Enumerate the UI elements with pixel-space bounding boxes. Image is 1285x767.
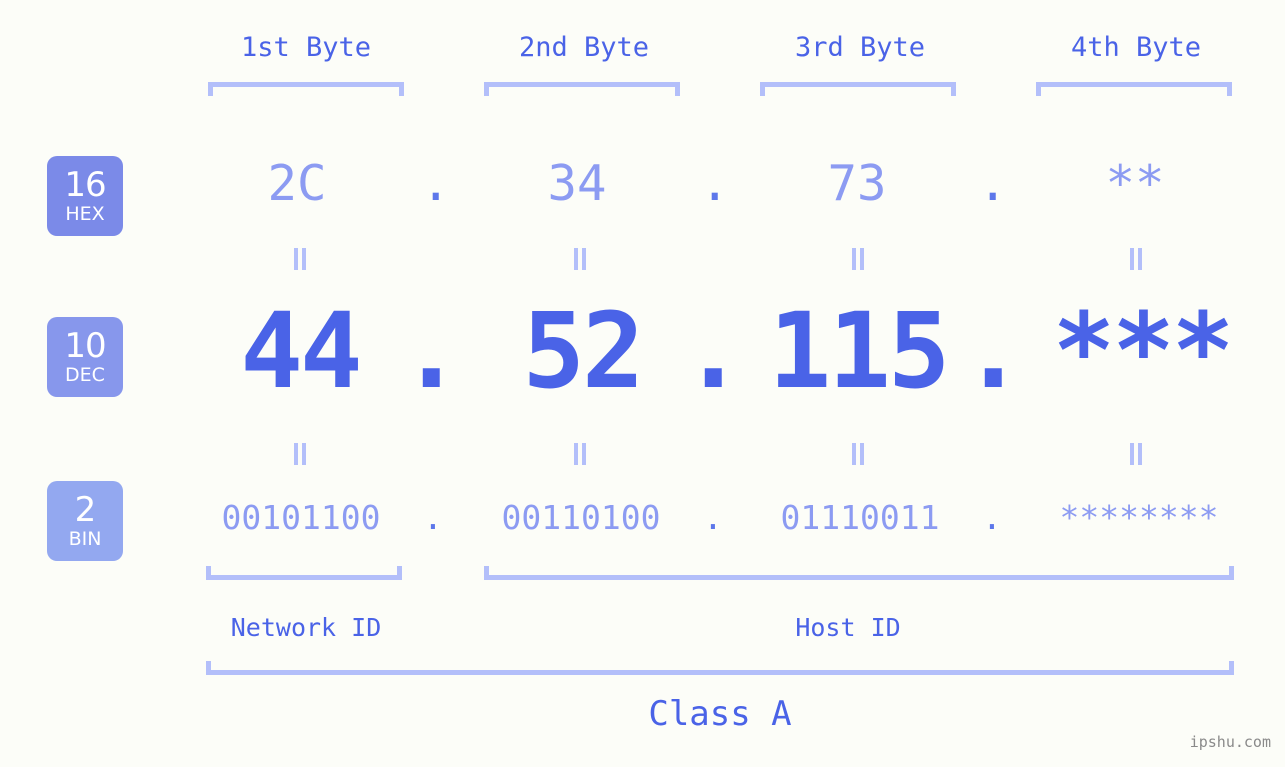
bin-byte-4: ********: [1059, 498, 1219, 537]
bin-separator-1: .: [423, 498, 443, 537]
byte-header-3: 3rd Byte: [794, 32, 926, 63]
bin-byte-3: 01110011: [780, 498, 940, 537]
host-id-label: Host ID: [795, 613, 901, 642]
radix-badge-bin-name: BIN: [68, 528, 102, 550]
class-bracket: [206, 661, 1234, 675]
radix-badge-hex: 16 HEX: [47, 156, 123, 236]
dec-byte-3: 115: [768, 290, 951, 412]
radix-badge-bin-number: 2: [74, 490, 97, 530]
ip-breakdown-diagram: 1st Byte 2nd Byte 3rd Byte 4th Byte 16 H…: [0, 0, 1285, 767]
radix-badge-dec-number: 10: [64, 326, 106, 366]
equals-connector-hex-dec-3: [850, 248, 866, 270]
bin-separator-3: .: [982, 498, 1002, 537]
dec-byte-2: 52: [522, 290, 644, 412]
byte-bracket-1: [208, 82, 404, 96]
hex-byte-2: 34: [547, 155, 607, 212]
byte-header-4: 4th Byte: [1070, 32, 1202, 63]
radix-badge-hex-number: 16: [64, 165, 106, 205]
hex-byte-4: **: [1105, 155, 1165, 212]
watermark: ipshu.com: [1189, 733, 1271, 751]
hex-byte-1: 2C: [267, 155, 327, 212]
dec-separator-1: .: [400, 290, 463, 412]
equals-connector-dec-bin-4: [1128, 443, 1144, 465]
radix-badge-bin: 2 BIN: [47, 481, 123, 561]
equals-connector-dec-bin-1: [292, 443, 308, 465]
byte-bracket-3: [760, 82, 956, 96]
hex-byte-3: 73: [827, 155, 887, 212]
bin-separator-2: .: [703, 498, 723, 537]
dec-separator-2: .: [682, 290, 745, 412]
hex-separator-2: .: [700, 155, 730, 212]
equals-connector-dec-bin-3: [850, 443, 866, 465]
dec-separator-3: .: [962, 290, 1025, 412]
class-label: Class A: [648, 694, 792, 734]
bin-byte-1: 00101100: [221, 498, 381, 537]
equals-connector-dec-bin-2: [572, 443, 588, 465]
network-id-label: Network ID: [230, 613, 382, 642]
network-id-bracket: [206, 566, 402, 580]
equals-connector-hex-dec-1: [292, 248, 308, 270]
host-id-bracket: [484, 566, 1234, 580]
radix-badge-dec: 10 DEC: [47, 317, 123, 397]
hex-separator-1: .: [421, 155, 451, 212]
radix-badge-dec-name: DEC: [65, 364, 105, 386]
byte-bracket-4: [1036, 82, 1232, 96]
equals-connector-hex-dec-2: [572, 248, 588, 270]
byte-header-1: 1st Byte: [240, 32, 372, 63]
dec-byte-4: ***: [1052, 290, 1235, 412]
hex-separator-3: .: [978, 155, 1008, 212]
radix-badge-hex-name: HEX: [65, 203, 105, 225]
byte-header-2: 2nd Byte: [518, 32, 650, 63]
byte-bracket-2: [484, 82, 680, 96]
bin-byte-2: 00110100: [501, 498, 661, 537]
equals-connector-hex-dec-4: [1128, 248, 1144, 270]
dec-byte-1: 44: [240, 290, 362, 412]
